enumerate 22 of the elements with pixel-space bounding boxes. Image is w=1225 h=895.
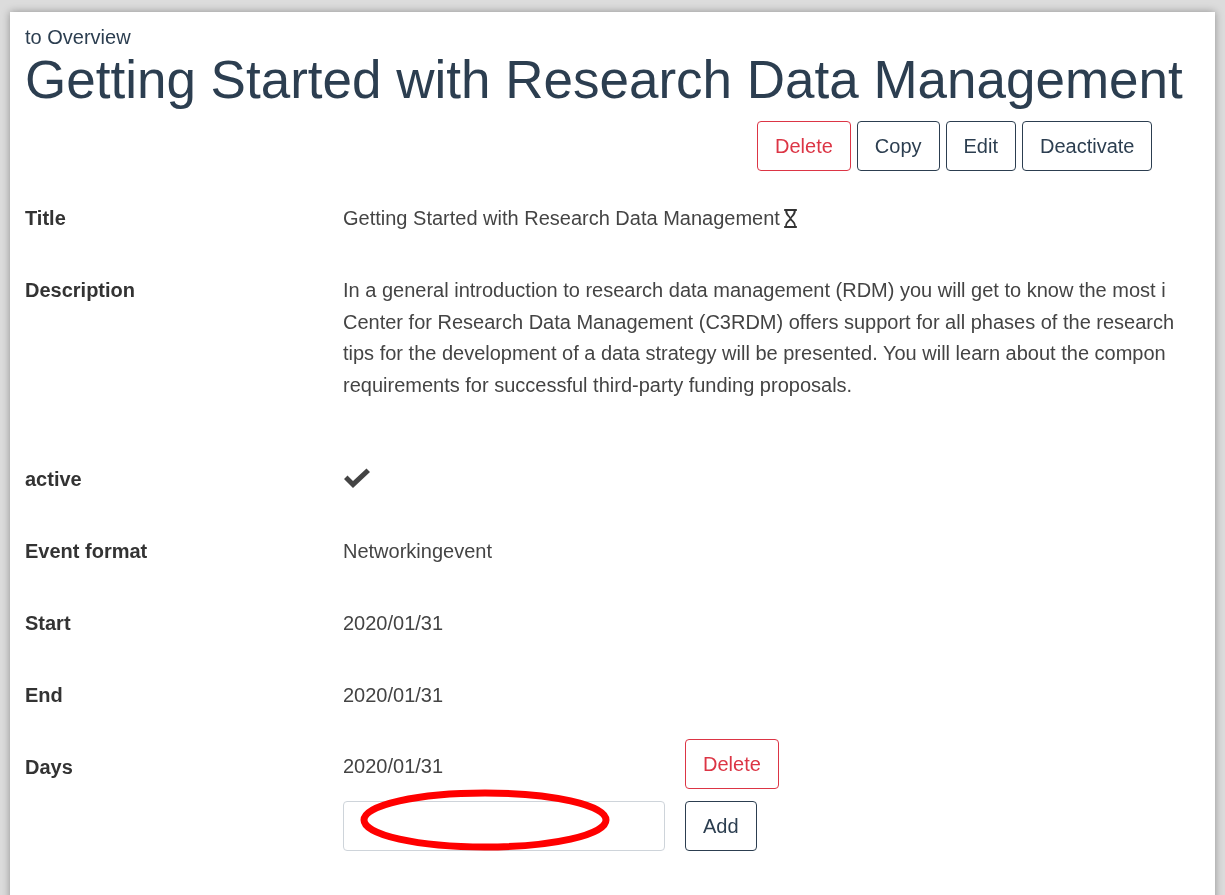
field-label: Description xyxy=(25,278,137,304)
day-date: 2020/01/31 xyxy=(343,755,445,779)
action-button[interactable]: Edit xyxy=(945,121,1016,172)
page-heading: Getting Started with Research Data Management xyxy=(25,51,1184,110)
field-label: End xyxy=(25,683,64,709)
field-value: 2020/01/31 xyxy=(343,612,444,635)
field-label: Days xyxy=(25,755,74,781)
field-value: Getting Started with Research Data Management xyxy=(343,207,780,231)
field-label: active xyxy=(25,467,83,493)
field-value: 2020/01/31 xyxy=(343,684,444,707)
action-button[interactable]: Copy xyxy=(856,121,940,172)
field-label: Title xyxy=(25,206,67,232)
back-link[interactable]: to Overview xyxy=(25,26,131,49)
field-label: Start xyxy=(25,611,72,637)
delete-button[interactable]: Delete xyxy=(757,121,851,172)
add-button[interactable]: Add xyxy=(685,801,757,852)
action-button[interactable]: Deactivate xyxy=(1022,121,1153,172)
field-label: Event format xyxy=(25,539,149,565)
description-text: In a general introduction to research data management (RDM) you will get to know the most i Center for Research Data Management (C3RDM) offers support for all phases of the research tips for the development of a data strategy will be presented. You will learn about the compon requirements for successful third-party funding proposals. xyxy=(343,278,1175,398)
hourglass-icon xyxy=(783,209,797,229)
delete-button[interactable]: Delete xyxy=(685,739,779,790)
field-value: Networkingevent xyxy=(343,540,492,563)
